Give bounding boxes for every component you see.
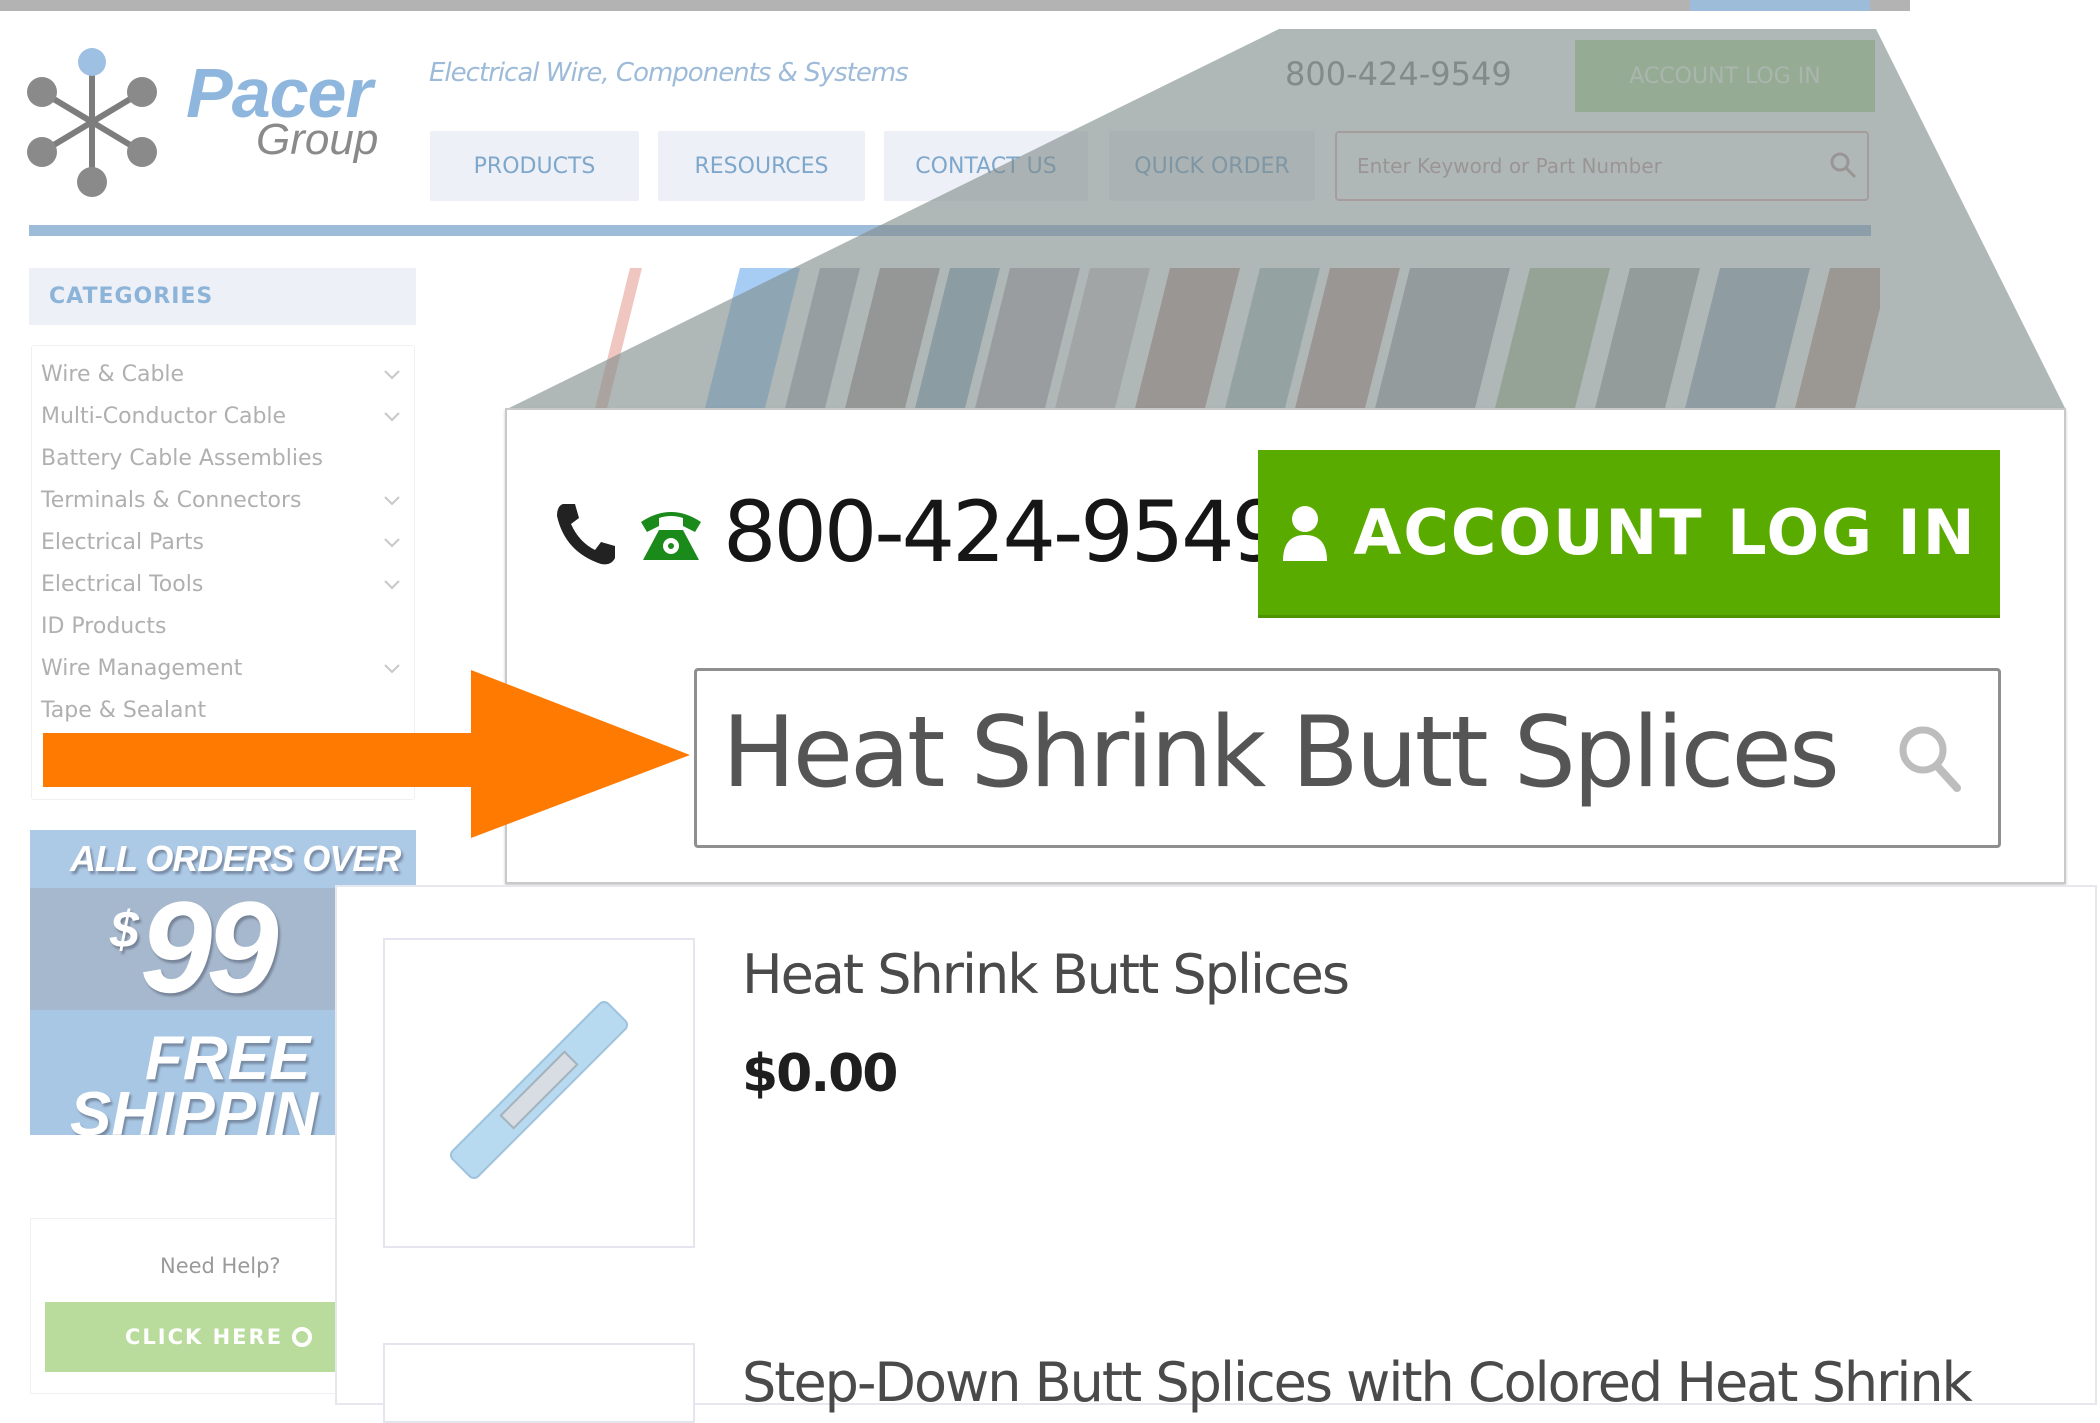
category-item[interactable]: Wire & Cable xyxy=(41,354,406,394)
result-title[interactable]: Step-Down Butt Splices with Colored Heat… xyxy=(742,1356,1973,1410)
result-price: $0.00 xyxy=(742,1044,898,1104)
chevron-down-icon[interactable] xyxy=(382,406,402,426)
category-label: ID Products xyxy=(41,613,167,639)
category-item[interactable]: Electrical Parts xyxy=(41,522,406,562)
phone-icon xyxy=(557,504,615,565)
header-search-input[interactable]: Enter Keyword or Part Number xyxy=(1335,131,1869,201)
chevron-down-icon[interactable] xyxy=(382,490,402,510)
category-item[interactable]: Tape & Sealant xyxy=(41,690,406,730)
chevron-down-icon[interactable] xyxy=(382,574,402,594)
category-label: Multi-Conductor Cable xyxy=(41,403,287,429)
result-title[interactable]: Heat Shrink Butt Splices xyxy=(742,948,1350,1002)
categories-heading: CATEGORIES xyxy=(29,268,416,325)
hero-wire-image xyxy=(595,268,1880,408)
category-label: Wire & Cable xyxy=(41,361,185,387)
top-bar-accent xyxy=(1690,0,1870,11)
account-login-label: ACCOUNT LOG IN xyxy=(1353,496,1977,569)
callout-phone-number: 800-424-9549 xyxy=(723,483,1285,581)
help-button-label: CLICK HERE xyxy=(125,1325,284,1349)
category-item[interactable]: Battery Cable Assemblies xyxy=(41,438,406,478)
chevron-down-icon[interactable] xyxy=(382,658,402,678)
butt-splice-image xyxy=(449,1000,629,1180)
header-phone-number: 800-424-9549 xyxy=(1285,55,1512,93)
category-label: Wire Management xyxy=(41,655,243,681)
nav-quick-order[interactable]: QUICK ORDER xyxy=(1109,131,1315,201)
category-list: Wire & Cable Multi-Conductor Cable Batte… xyxy=(31,345,415,800)
category-item[interactable]: Multi-Conductor Cable xyxy=(41,396,406,436)
header-search-placeholder: Enter Keyword or Part Number xyxy=(1357,154,1662,178)
chevron-down-icon[interactable] xyxy=(382,532,402,552)
nav-products[interactable]: PRODUCTS xyxy=(430,131,639,201)
account-login-button[interactable]: ACCOUNT LOG IN xyxy=(1258,450,2000,618)
chevron-down-icon[interactable] xyxy=(382,364,402,384)
search-icon[interactable] xyxy=(1828,150,1858,180)
promo-currency: $ xyxy=(110,901,139,959)
category-item[interactable]: Electrical Tools xyxy=(41,564,406,604)
header-account-login-button[interactable]: ACCOUNT LOG IN xyxy=(1575,40,1875,112)
search-input-value[interactable]: Heat Shrink Butt Splices xyxy=(722,699,1840,808)
nav-resources[interactable]: RESOURCES xyxy=(658,131,865,201)
header-divider xyxy=(29,225,1871,236)
category-label: Terminals & Connectors xyxy=(41,487,302,513)
browser-top-bar xyxy=(0,0,1910,11)
promo-shipping: SHIPPIN xyxy=(70,1080,319,1136)
category-label: Tape & Sealant xyxy=(41,697,207,723)
promo-amount: 99 xyxy=(140,874,279,1020)
category-item[interactable]: Terminals & Connectors xyxy=(41,480,406,520)
search-icon[interactable] xyxy=(1895,722,1965,794)
category-label: Electrical Tools xyxy=(41,571,204,597)
brand-subtitle: Group xyxy=(256,115,379,164)
user-icon xyxy=(1283,505,1328,561)
pacer-logo-icon[interactable] xyxy=(22,42,172,202)
result-thumbnail[interactable] xyxy=(383,1343,695,1423)
tagline: Electrical Wire, Components & Systems xyxy=(429,58,909,88)
nav-contact-us[interactable]: CONTACT US xyxy=(884,131,1088,201)
category-label: Electrical Parts xyxy=(41,529,205,555)
telephone-icon xyxy=(641,512,701,560)
category-item[interactable]: Wire Management xyxy=(41,648,406,688)
category-item[interactable]: ID Products xyxy=(41,606,406,646)
header-login-label: ACCOUNT LOG IN xyxy=(1629,63,1821,89)
arrow-circle-icon xyxy=(292,1327,313,1347)
result-thumbnail[interactable] xyxy=(383,938,695,1248)
help-label: Need Help? xyxy=(160,1254,281,1278)
category-label: Battery Cable Assemblies xyxy=(41,445,323,471)
